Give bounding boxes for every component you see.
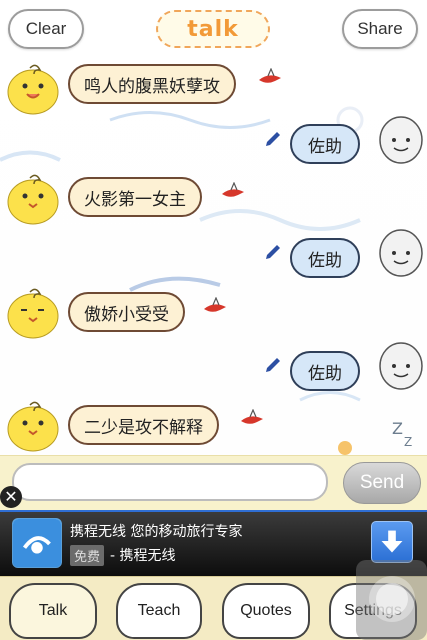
- edit-pencil-icon[interactable]: [264, 240, 284, 260]
- clear-button[interactable]: Clear: [8, 9, 84, 49]
- share-button[interactable]: Share: [342, 9, 418, 49]
- edit-pencil-icon[interactable]: [264, 127, 284, 147]
- user-face-avatar-icon: [379, 342, 423, 390]
- ad-title: 携程无线 您的移动旅行专家: [70, 524, 243, 540]
- chat-message-left: 傲娇小受受: [0, 282, 427, 342]
- message-bubble[interactable]: 佐助: [290, 351, 360, 391]
- message-input-bar: Send: [0, 455, 427, 510]
- tab-talk[interactable]: Talk: [9, 583, 97, 639]
- message-bubble[interactable]: 二少是攻不解释: [68, 405, 219, 445]
- download-arrow-icon[interactable]: [371, 521, 413, 563]
- message-input[interactable]: [12, 463, 328, 501]
- chick-avatar-icon: [7, 288, 59, 339]
- ctrip-app-icon: [12, 518, 62, 568]
- close-ad-icon[interactable]: ✕: [0, 486, 22, 508]
- user-face-avatar-icon: [379, 229, 423, 277]
- chick-avatar-icon: [7, 174, 59, 225]
- ad-free-badge: 免费: [70, 545, 105, 566]
- chat-message-left: 鸣人的腹黑妖孽攻: [0, 58, 427, 118]
- user-face-avatar-icon: [379, 116, 423, 164]
- message-bubble[interactable]: 傲娇小受受: [68, 292, 185, 332]
- chat-message-right: 佐助: [0, 228, 427, 288]
- chat-message-right: 佐助: [0, 341, 427, 401]
- bird-rating-icon[interactable]: [201, 297, 231, 315]
- message-bubble[interactable]: 鸣人的腹黑妖孽攻: [68, 64, 236, 104]
- message-bubble[interactable]: 佐助: [290, 124, 360, 164]
- edit-pencil-icon[interactable]: [264, 353, 284, 373]
- chat-message-left: 二少是攻不解释: [0, 395, 427, 455]
- chat-message-right: 佐助: [0, 115, 427, 175]
- bird-rating-icon[interactable]: [219, 182, 249, 200]
- send-button[interactable]: Send: [343, 462, 421, 504]
- chick-avatar-icon: [7, 401, 59, 452]
- talk-title-badge: talk: [156, 10, 270, 48]
- tab-teach[interactable]: Teach: [116, 583, 202, 639]
- assistive-touch-button[interactable]: [356, 560, 427, 640]
- message-bubble[interactable]: 火影第一女主: [68, 177, 202, 217]
- chick-avatar-icon: [7, 64, 59, 115]
- tab-quotes[interactable]: Quotes: [222, 583, 310, 639]
- ad-subtitle: - 携程无线: [110, 548, 176, 564]
- chat-message-left: 火影第一女主: [0, 168, 427, 228]
- bird-rating-icon[interactable]: [238, 409, 268, 427]
- message-bubble[interactable]: 佐助: [290, 238, 360, 278]
- bird-rating-icon[interactable]: [256, 68, 286, 86]
